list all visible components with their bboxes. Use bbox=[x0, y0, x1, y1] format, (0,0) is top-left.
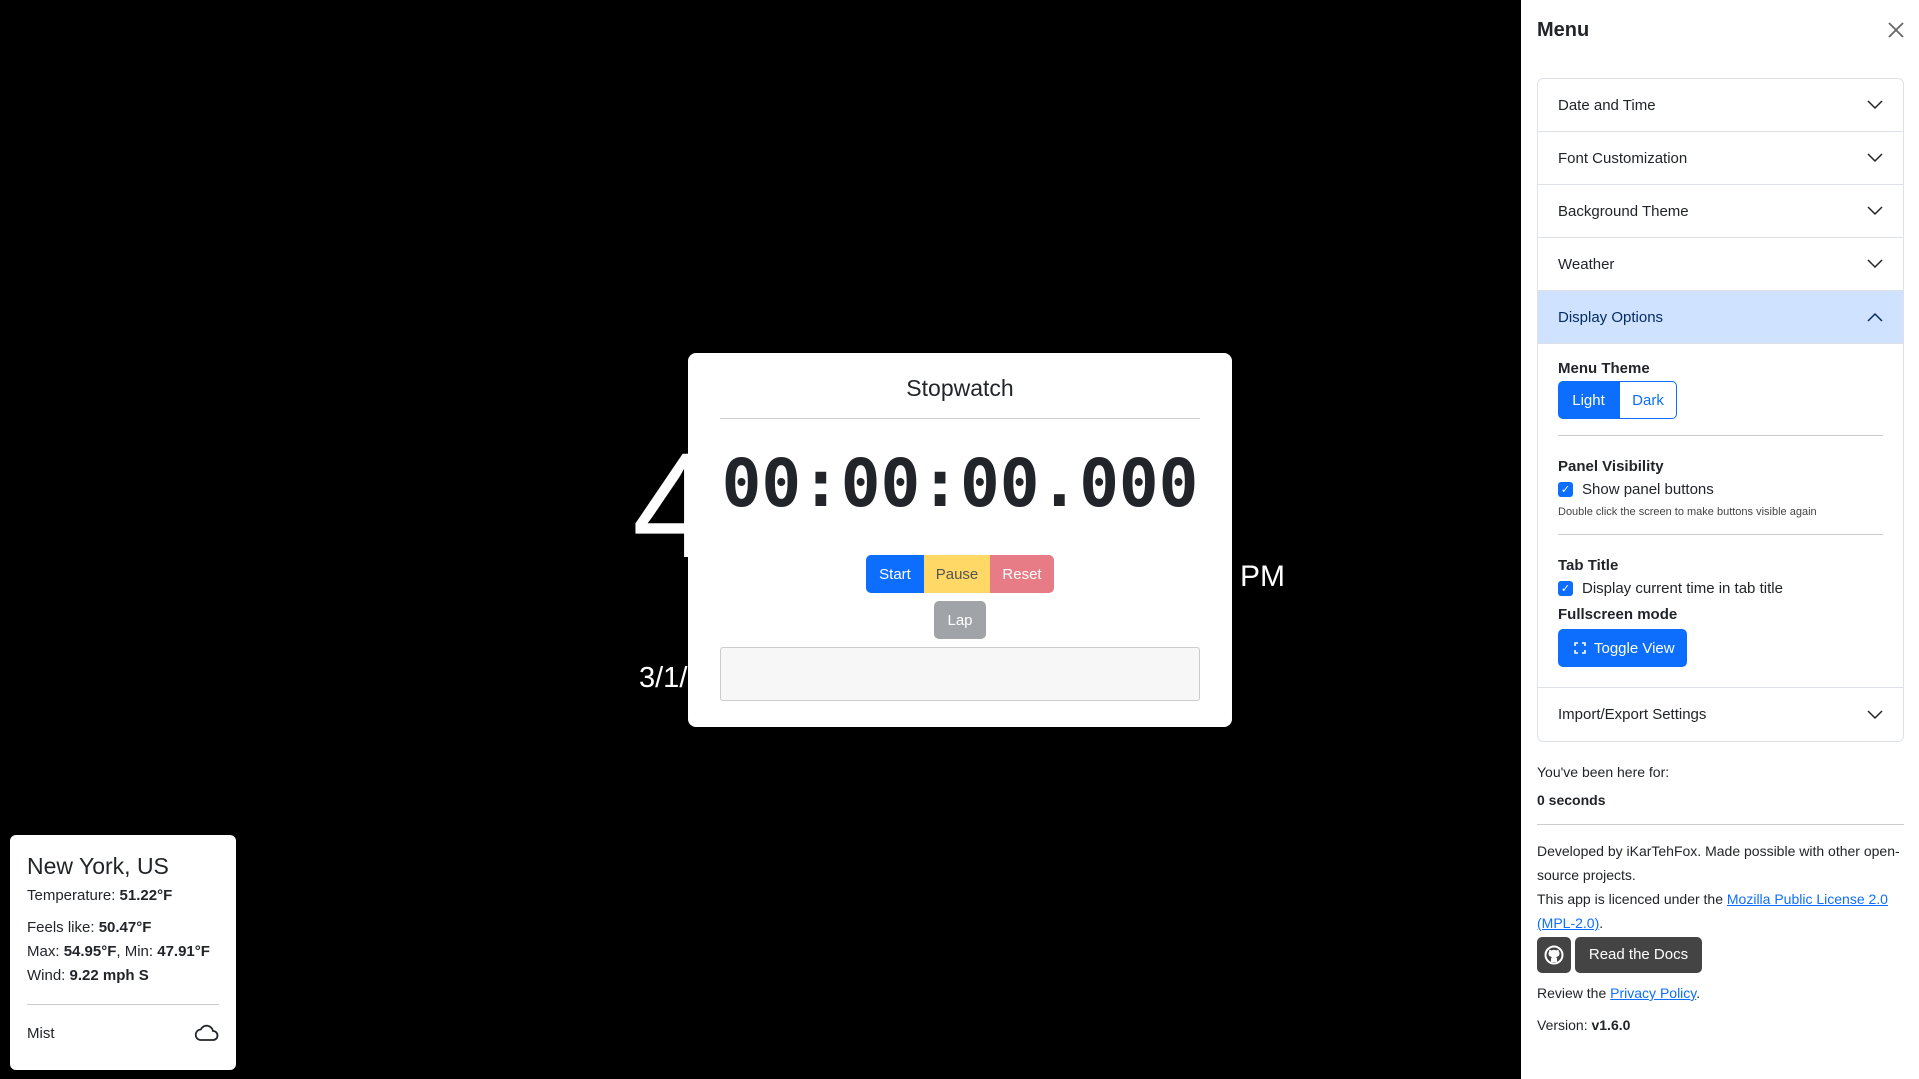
section-label: Weather bbox=[1558, 255, 1615, 273]
stopwatch-panel: Stopwatch 00:00:00.000 Start Pause Reset… bbox=[688, 353, 1232, 727]
github-button[interactable] bbox=[1537, 937, 1571, 973]
panel-visibility-label: Panel Visibility bbox=[1558, 458, 1664, 475]
license-text: This app is licenced under the bbox=[1537, 891, 1727, 907]
start-button[interactable]: Start bbox=[866, 555, 924, 593]
feels-label: Feels like: bbox=[27, 919, 99, 936]
toggle-view-button[interactable]: Toggle View bbox=[1558, 629, 1687, 667]
section-label: Background Theme bbox=[1558, 202, 1689, 220]
read-docs-button[interactable]: Read the Docs bbox=[1575, 937, 1702, 973]
divider bbox=[720, 418, 1200, 419]
stopwatch-time: 00:00:00.000 bbox=[721, 445, 1199, 522]
temp-label: Temperature: bbox=[27, 887, 120, 904]
cloud-icon bbox=[194, 1024, 219, 1041]
session-duration: 0 seconds bbox=[1537, 792, 1606, 808]
chevron-down-icon bbox=[1867, 206, 1883, 216]
privacy-link[interactable]: Privacy Policy bbox=[1610, 985, 1696, 1001]
review-text: Review the bbox=[1537, 985, 1611, 1001]
tab-title-label: Tab Title bbox=[1558, 557, 1619, 574]
close-icon[interactable] bbox=[1884, 18, 1908, 42]
tab-time-label: Display current time in tab title bbox=[1582, 580, 1783, 597]
stopwatch-title: Stopwatch bbox=[906, 375, 1014, 401]
section-weather[interactable]: Weather bbox=[1538, 238, 1903, 291]
reset-button[interactable]: Reset bbox=[990, 555, 1054, 593]
min-value: 47.91°F bbox=[157, 943, 210, 960]
menu-footer: You've been here for: 0 seconds Develope… bbox=[1537, 760, 1904, 1037]
temp-value: 51.22°F bbox=[119, 887, 173, 904]
fullscreen-icon bbox=[1574, 642, 1586, 654]
max-label: Max: bbox=[27, 943, 64, 960]
been-here-label: You've been here for: bbox=[1537, 764, 1670, 780]
laps-textarea[interactable] bbox=[720, 647, 1200, 701]
lap-button[interactable]: Lap bbox=[934, 601, 986, 639]
weather-city: New York, US bbox=[27, 853, 169, 879]
section-date-time[interactable]: Date and Time bbox=[1538, 79, 1903, 132]
section-import-export[interactable]: Import/Export Settings bbox=[1538, 688, 1903, 741]
chevron-up-icon bbox=[1867, 312, 1883, 322]
max-value: 54.95°F bbox=[63, 943, 117, 960]
chevron-down-icon bbox=[1867, 153, 1883, 163]
section-font[interactable]: Font Customization bbox=[1538, 132, 1903, 185]
menu-panel: Menu Date and Time Font Customization Ba… bbox=[1521, 0, 1919, 1079]
divider bbox=[1537, 824, 1904, 825]
section-display-options[interactable]: Display Options bbox=[1538, 291, 1903, 344]
section-label: Display Options bbox=[1558, 308, 1664, 326]
section-background[interactable]: Background Theme bbox=[1538, 185, 1903, 238]
version-value: v1.6.0 bbox=[1591, 1017, 1631, 1033]
section-label: Date and Time bbox=[1558, 96, 1656, 114]
clock-ampm: PM bbox=[1240, 560, 1285, 593]
theme-dark-button[interactable]: Dark bbox=[1619, 381, 1677, 419]
theme-toggle-group: Light Dark bbox=[1558, 381, 1883, 419]
chevron-down-icon bbox=[1867, 100, 1883, 110]
menu-title: Menu bbox=[1537, 19, 1590, 41]
github-icon bbox=[1544, 945, 1564, 965]
developed-text: Developed by iKarTehFox. Made possible w… bbox=[1537, 843, 1900, 883]
chevron-down-icon bbox=[1867, 709, 1883, 719]
clock-date: 3/1/ bbox=[639, 662, 688, 694]
show-panel-label: Show panel buttons bbox=[1582, 481, 1714, 498]
review-post: . bbox=[1696, 985, 1701, 1001]
display-options-body: Menu Theme Light Dark Panel Visibility ✓… bbox=[1538, 344, 1903, 688]
wind-label: Wind: bbox=[27, 967, 70, 984]
divider bbox=[1558, 435, 1883, 436]
section-label: Import/Export Settings bbox=[1558, 706, 1707, 723]
hint-text: Double click the screen to make buttons … bbox=[1558, 506, 1817, 518]
weather-panel: New York, US Temperature: 51.22°F Feels … bbox=[10, 835, 236, 1070]
settings-accordion: Date and Time Font Customization Backgro… bbox=[1537, 78, 1904, 742]
section-label: Font Customization bbox=[1558, 149, 1688, 167]
version-label: Version: bbox=[1537, 1017, 1592, 1033]
chevron-down-icon bbox=[1867, 259, 1883, 269]
min-label: , Min: bbox=[116, 943, 158, 960]
weather-condition: Mist bbox=[27, 1024, 55, 1042]
menu-theme-label: Menu Theme bbox=[1558, 360, 1650, 377]
fullscreen-label: Fullscreen mode bbox=[1558, 606, 1678, 623]
tab-time-checkbox[interactable]: ✓ bbox=[1558, 581, 1573, 596]
wind-value: 9.22 mph S bbox=[69, 967, 149, 984]
show-panel-checkbox[interactable]: ✓ bbox=[1558, 482, 1573, 497]
divider bbox=[1558, 534, 1883, 535]
feels-value: 50.47°F bbox=[98, 919, 152, 936]
toggle-view-label: Toggle View bbox=[1594, 639, 1675, 657]
license-post: . bbox=[1599, 915, 1604, 931]
divider bbox=[27, 1004, 219, 1005]
theme-light-button[interactable]: Light bbox=[1558, 381, 1619, 419]
pause-button[interactable]: Pause bbox=[924, 555, 990, 593]
